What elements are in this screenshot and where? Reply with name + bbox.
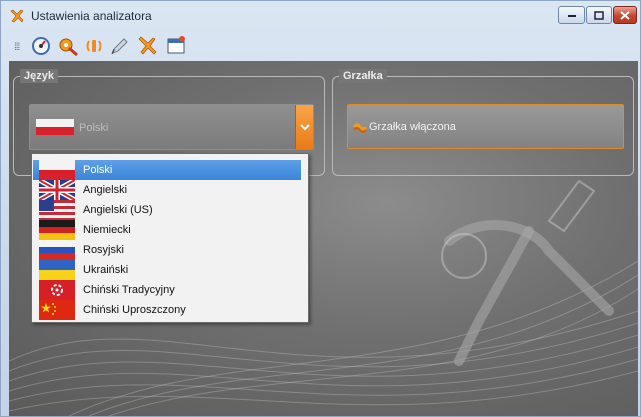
pen-icon[interactable]: [108, 34, 132, 58]
language-option-label: Ukraiński: [83, 264, 129, 276]
language-combobox-value: Polski: [79, 122, 109, 134]
maximize-button[interactable]: [586, 6, 612, 24]
minimize-button[interactable]: [558, 6, 585, 24]
language-option-rosyjski[interactable]: Rosyjski: [33, 240, 301, 260]
language-option-ukrainski[interactable]: Ukraiński: [33, 260, 301, 280]
heater-toggle-button[interactable]: Grzałka włączona: [347, 104, 624, 149]
gauge-icon[interactable]: [29, 34, 53, 58]
chevron-down-icon[interactable]: [295, 105, 313, 149]
window-title: Ustawienia analizatora: [31, 9, 152, 23]
language-option-niemiecki[interactable]: Niemiecki: [33, 220, 301, 240]
language-option-angielski-us[interactable]: Angielski (US): [33, 200, 301, 220]
language-tools-icon[interactable]: [56, 34, 80, 58]
language-option-label: Polski: [83, 164, 113, 176]
heater-group: Grzałka Grzałka włączona: [332, 69, 634, 176]
heater-icon: [352, 121, 368, 136]
flag-pl-icon: [36, 119, 74, 138]
language-option-chinski-uproszczony[interactable]: Chiński Uproszczony: [33, 300, 301, 320]
close-button[interactable]: [613, 6, 637, 24]
tools-icon[interactable]: [135, 34, 159, 58]
grip-icon[interactable]: ⁞⁞⁞: [14, 42, 20, 53]
toolbar: ⁞⁞⁞: [2, 30, 640, 60]
title-bar[interactable]: Ustawienia analizatora: [1, 1, 640, 30]
language-option-label: Angielski: [83, 184, 128, 196]
settings-window: Ustawienia analizatora ⁞⁞⁞ Język Polski …: [0, 0, 641, 417]
language-option-label: Chiński Tradycyjny: [83, 284, 175, 296]
language-option-label: Angielski (US): [83, 204, 153, 216]
close-icon: [614, 7, 636, 23]
maximize-icon: [587, 7, 611, 23]
language-option-label: Rosyjski: [83, 244, 124, 256]
heater-toggle-label: Grzałka włączona: [369, 121, 456, 133]
language-option-label: Niemiecki: [83, 224, 131, 236]
tools-icon: [9, 8, 25, 24]
minimize-icon: [559, 7, 584, 23]
language-option-polski[interactable]: Polski: [33, 160, 301, 180]
language-combobox[interactable]: Polski: [29, 104, 314, 150]
heater-group-title: Grzałka: [339, 69, 387, 83]
language-option-label: Chiński Uproszczony: [83, 304, 186, 316]
language-option-chinski-tradycyjny[interactable]: Chiński Tradycyjny: [33, 280, 301, 300]
language-dropdown-list: Polski Angielski Angielski (US) Niemieck…: [31, 153, 309, 323]
flag-cn-icon: [39, 300, 75, 323]
language-option-angielski[interactable]: Angielski: [33, 177, 301, 203]
language-group-title: Język: [20, 69, 58, 83]
wireless-icon[interactable]: [82, 34, 106, 58]
window-icon[interactable]: [164, 34, 188, 58]
